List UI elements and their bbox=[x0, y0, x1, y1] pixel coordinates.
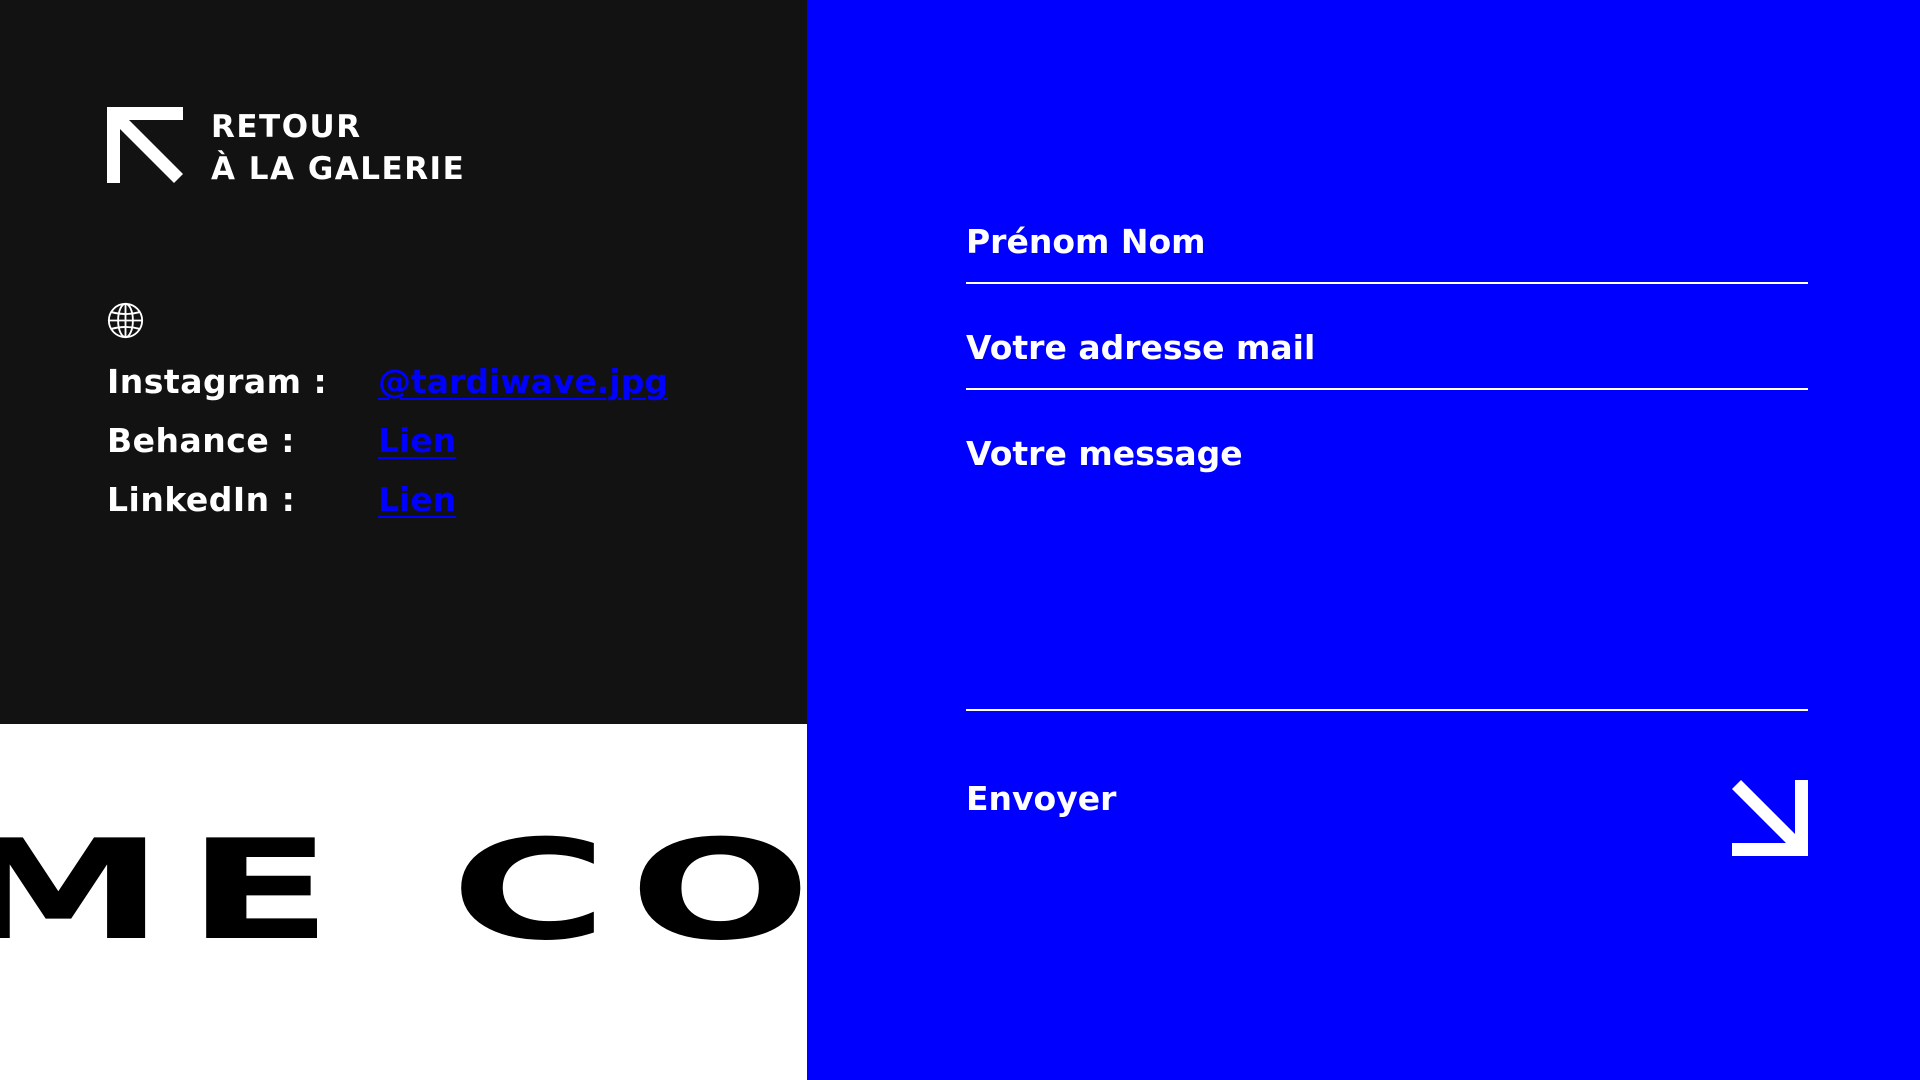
message-textarea[interactable] bbox=[966, 434, 1808, 694]
contact-form-panel: Envoyer bbox=[807, 0, 1920, 1080]
email-field bbox=[966, 328, 1808, 390]
arrow-up-left-icon bbox=[107, 107, 183, 183]
back-to-gallery-link[interactable]: RETOUR À LA GALERIE bbox=[107, 107, 465, 190]
marquee-banner: ME CON bbox=[0, 724, 807, 1080]
behance-link[interactable]: Lien bbox=[378, 421, 456, 460]
email-input[interactable] bbox=[966, 328, 1808, 368]
back-link-line-1: RETOUR bbox=[211, 109, 362, 145]
arrow-down-right-icon bbox=[1732, 780, 1808, 856]
back-link-label: RETOUR À LA GALERIE bbox=[211, 106, 465, 190]
linkedin-link[interactable]: Lien bbox=[378, 480, 456, 519]
name-input[interactable] bbox=[966, 222, 1808, 262]
instagram-link[interactable]: @tardiwave.jpg bbox=[378, 362, 668, 401]
send-button[interactable]: Envoyer bbox=[966, 774, 1808, 856]
social-row-behance: Behance : Lien bbox=[107, 421, 668, 480]
name-field bbox=[966, 222, 1808, 284]
linkedin-label: LinkedIn : bbox=[107, 480, 296, 519]
back-link-line-2: À LA GALERIE bbox=[211, 151, 466, 187]
social-row-instagram: Instagram : @tardiwave.jpg bbox=[107, 362, 668, 421]
contact-info-panel: RETOUR À LA GALERIE Instagram : @tardiwa… bbox=[0, 0, 807, 724]
send-button-label: Envoyer bbox=[966, 779, 1117, 818]
social-links-list: Instagram : @tardiwave.jpg Behance : Lie… bbox=[107, 362, 668, 539]
marquee-text: ME CON bbox=[0, 810, 807, 971]
contact-page: RETOUR À LA GALERIE Instagram : @tardiwa… bbox=[0, 0, 1920, 1080]
behance-label: Behance : bbox=[107, 421, 295, 460]
globe-icon bbox=[107, 302, 144, 339]
instagram-label: Instagram : bbox=[107, 362, 328, 401]
social-row-linkedin: LinkedIn : Lien bbox=[107, 480, 668, 539]
message-field bbox=[966, 434, 1808, 711]
